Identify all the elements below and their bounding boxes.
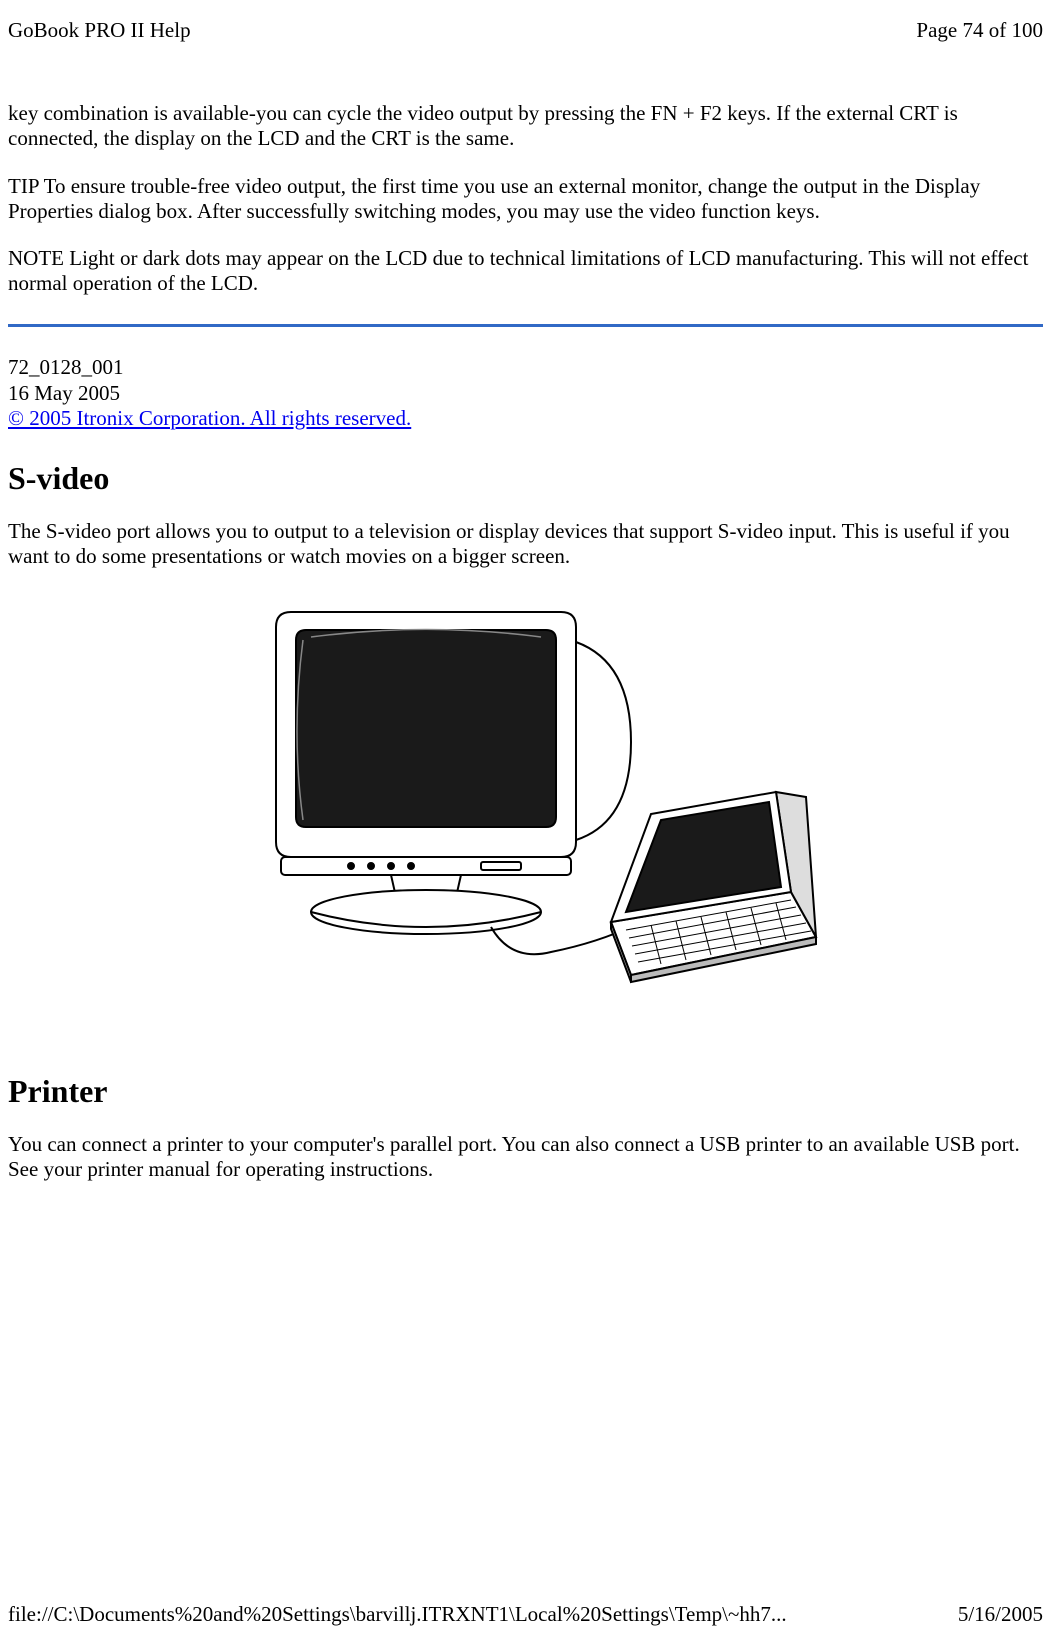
header-title: GoBook PRO II Help	[8, 18, 191, 43]
paragraph-key-combination: key combination is available-you can cyc…	[8, 101, 1043, 151]
paragraph-s-video: The S-video port allows you to output to…	[8, 519, 1043, 569]
monitor-laptop-icon	[231, 592, 821, 1006]
paragraph-note: NOTE Light or dark dots may appear on th…	[8, 246, 1043, 296]
heading-s-video: S-video	[8, 459, 1043, 497]
s-video-illustration	[8, 592, 1043, 1012]
heading-printer: Printer	[8, 1072, 1043, 1110]
copyright-link[interactable]: © 2005 Itronix Corporation. All rights r…	[8, 406, 411, 430]
paragraph-printer: You can connect a printer to your comput…	[8, 1132, 1043, 1182]
footer-path: file://C:\Documents%20and%20Settings\bar…	[8, 1602, 787, 1627]
document-code: 72_0128_001	[8, 355, 1043, 380]
document-date: 16 May 2005	[8, 381, 1043, 406]
footer-date: 5/16/2005	[958, 1602, 1043, 1627]
divider	[8, 324, 1043, 327]
paragraph-tip: TIP To ensure trouble-free video output,…	[8, 174, 1043, 224]
page-indicator: Page 74 of 100	[916, 18, 1043, 43]
